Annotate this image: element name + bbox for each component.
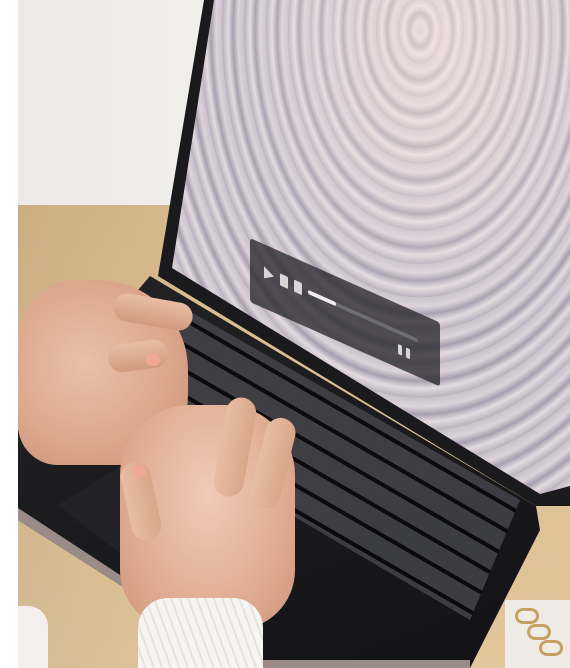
progress-fill (308, 289, 336, 307)
pause-icon-bar (406, 347, 410, 360)
right-finger (247, 414, 299, 512)
right-hand (118, 395, 299, 630)
spiral-notebook (505, 600, 570, 668)
white-sleeve (138, 598, 263, 668)
pause-icon (398, 343, 402, 356)
volume-icon (280, 273, 288, 289)
next-icon (294, 279, 302, 296)
photo-scene (0, 0, 570, 668)
notebook-ring (515, 608, 539, 624)
left-sleeve (18, 606, 48, 668)
left-finger (106, 337, 170, 375)
notebook-ring (539, 640, 563, 656)
fingernail (132, 465, 146, 477)
notebook-ring (527, 624, 551, 640)
fingernail (146, 354, 160, 366)
play-icon (264, 266, 274, 282)
